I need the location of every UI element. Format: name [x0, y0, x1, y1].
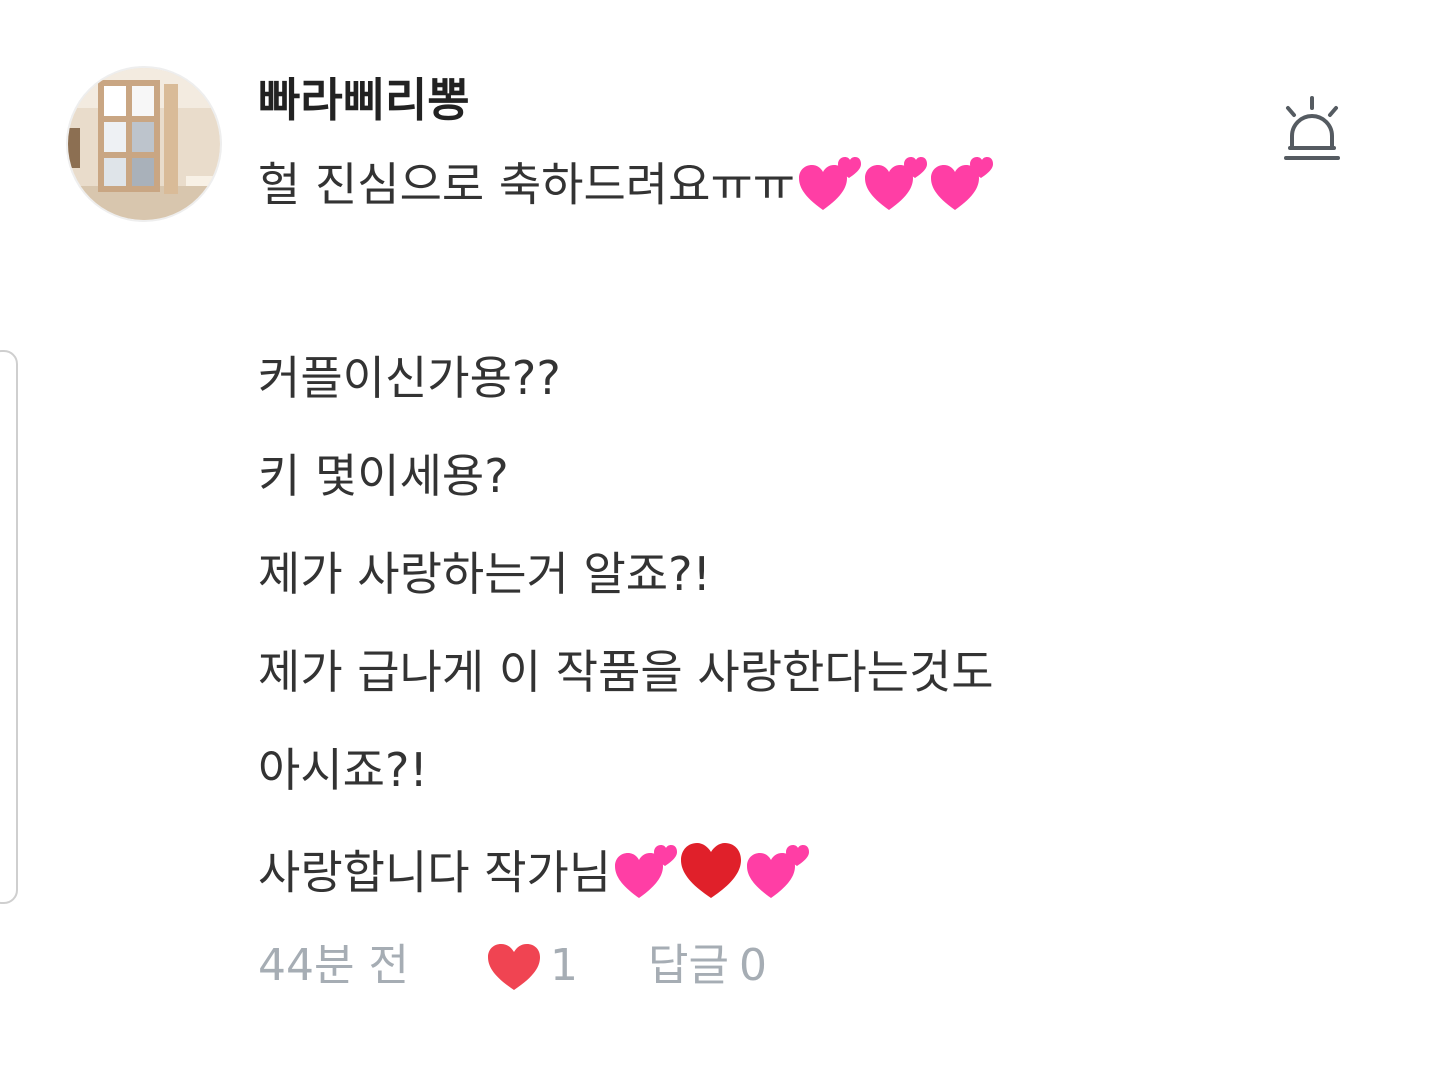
red-heart-emoji [679, 840, 743, 912]
comment-text-line: 키 몇이세용? [258, 449, 509, 503]
report-button[interactable] [1276, 96, 1348, 168]
reply-label: 답글 [648, 940, 729, 991]
two-hearts-emoji [863, 152, 928, 224]
heart-icon [488, 944, 540, 990]
comment-item: 빠라삐리뽕 헐 진심으로 축하드려요ㅠㅠ 커플이신가용?? 키 몇이세용? 제가… [0, 0, 1440, 1080]
comment-text-line: 아시죠?! [258, 743, 428, 797]
comment-text-line: 제가 급나게 이 작품을 사랑한다는것도 [258, 645, 994, 699]
comment-text-line: 제가 사랑하는거 알죠?! [258, 547, 711, 601]
like-count: 1 [550, 940, 578, 991]
avatar[interactable] [66, 66, 222, 222]
reply-button[interactable]: 답글 0 [648, 936, 767, 996]
timestamp: 44분 전 [258, 940, 409, 991]
two-hearts-emoji [745, 840, 810, 912]
comment-text-line: 헐 진심으로 축하드려요ㅠㅠ [258, 152, 994, 224]
siren-icon [1284, 96, 1340, 160]
edge-panel-handle[interactable] [0, 350, 18, 904]
two-hearts-emoji [929, 152, 994, 224]
username[interactable]: 빠라삐리뽕 [258, 72, 470, 128]
reply-count: 0 [738, 940, 767, 991]
two-hearts-emoji [797, 152, 862, 224]
comment-text-line: 사랑합니다 작가님 [258, 840, 810, 912]
comment-text-line: 커플이신가용?? [258, 351, 561, 405]
two-hearts-emoji [613, 840, 678, 912]
